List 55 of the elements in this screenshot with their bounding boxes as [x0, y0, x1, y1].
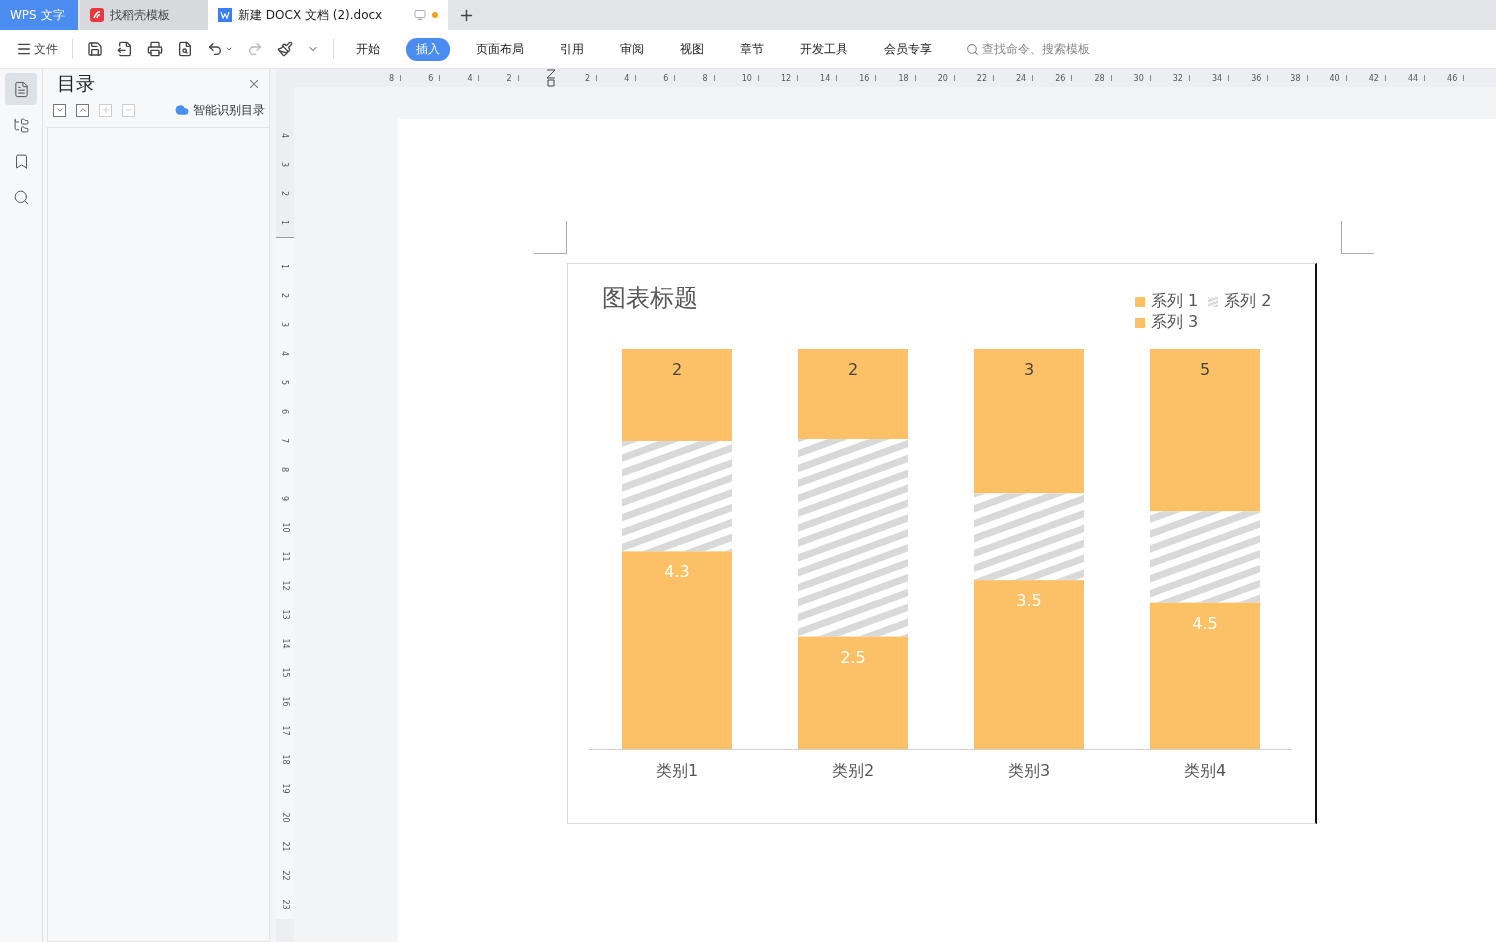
data-label: 2.5 [840, 647, 866, 667]
ribbon-tab[interactable]: 视图 [670, 37, 714, 61]
vertical-ruler: 4 3 2 1 1 2 3 4 5 6 7 8 9 10 11 12 13 14 15 16 17 18 19 20 21 22 23 [276, 69, 294, 942]
ribbon-tab[interactable]: 会员专享 [874, 37, 942, 61]
chart-title: 图表标题 [602, 283, 698, 314]
chart-card[interactable]: 图表标题 系列 1 系列 2 系列 3 2 4.3 类别1 2 2.5 类别2 3 3.5 类别3 5 4.5 类别4 [567, 263, 1317, 824]
horizontal-ruler: 8 6 4 2 2 4 6 8 10 12 14 16 18 20 22 24 26 28 30 32 34 36 38 40 42 44 46 [294, 69, 1496, 87]
search-icon [966, 42, 979, 56]
tab[interactable]: 新建 DOCX 文档 (2).docx [208, 0, 448, 30]
indent-marker-icon[interactable] [545, 69, 556, 87]
add-icon [100, 105, 111, 115]
legend-item: 系列 3 [1135, 312, 1199, 333]
legend-item: 系列 1 [1135, 291, 1199, 312]
data-label: 5 [1199, 360, 1211, 379]
category-label: 类别2 [831, 761, 875, 780]
panel-title: 目录 [57, 71, 95, 96]
logo-icon [90, 8, 104, 22]
data-label: 2 [671, 360, 683, 379]
tab-label: 找稻壳模板 [110, 6, 170, 24]
margin-mark [534, 221, 567, 254]
data-label: 2 [847, 360, 859, 379]
ribbon-tab[interactable]: 审阅 [610, 37, 654, 61]
ribbon-tab[interactable]: 引用 [550, 37, 594, 61]
menu-icon [16, 41, 32, 57]
data-label: 4.5 [1192, 613, 1218, 633]
cloud-icon [175, 103, 189, 117]
file-menu-label: 文件 [34, 40, 58, 58]
data-label: 4.3 [664, 562, 690, 582]
ribbon-tab[interactable]: 章节 [730, 37, 774, 61]
category-label: 类别1 [655, 761, 699, 780]
tab-label: 新建 DOCX 文档 (2).docx [238, 6, 383, 24]
outline-icon[interactable] [5, 73, 37, 105]
monitor-icon[interactable] [414, 9, 426, 21]
ribbon-tab[interactable]: 开发工具 [790, 37, 858, 61]
legend-item: 系列 2 [1208, 291, 1272, 312]
save-icon[interactable] [85, 39, 105, 59]
data-label: 3 [1023, 360, 1035, 379]
expand-icon [54, 105, 65, 115]
category-label: 类别3 [1007, 761, 1051, 780]
tab[interactable]: 找稻壳模板 [80, 0, 208, 30]
document-icon [218, 8, 232, 22]
tab-label: WPS 文字 [10, 6, 65, 24]
print-icon[interactable] [145, 39, 165, 59]
ribbon-tab[interactable]: 页面布局 [466, 37, 534, 61]
data-label: 3.5 [1016, 591, 1042, 611]
expand-button[interactable] [53, 103, 66, 117]
format-painter-icon[interactable] [275, 39, 295, 59]
category-label: 类别4 [1183, 761, 1227, 780]
ribbon-tab[interactable]: 开始 [346, 37, 390, 61]
file-menu[interactable]: 文件 [14, 38, 60, 60]
collapse-button[interactable] [76, 103, 89, 117]
collapse-icon [77, 105, 88, 115]
close-icon[interactable] [247, 77, 261, 91]
smart-toc-button[interactable]: 智能识别目录 [175, 101, 265, 119]
margin-mark [1341, 221, 1374, 254]
